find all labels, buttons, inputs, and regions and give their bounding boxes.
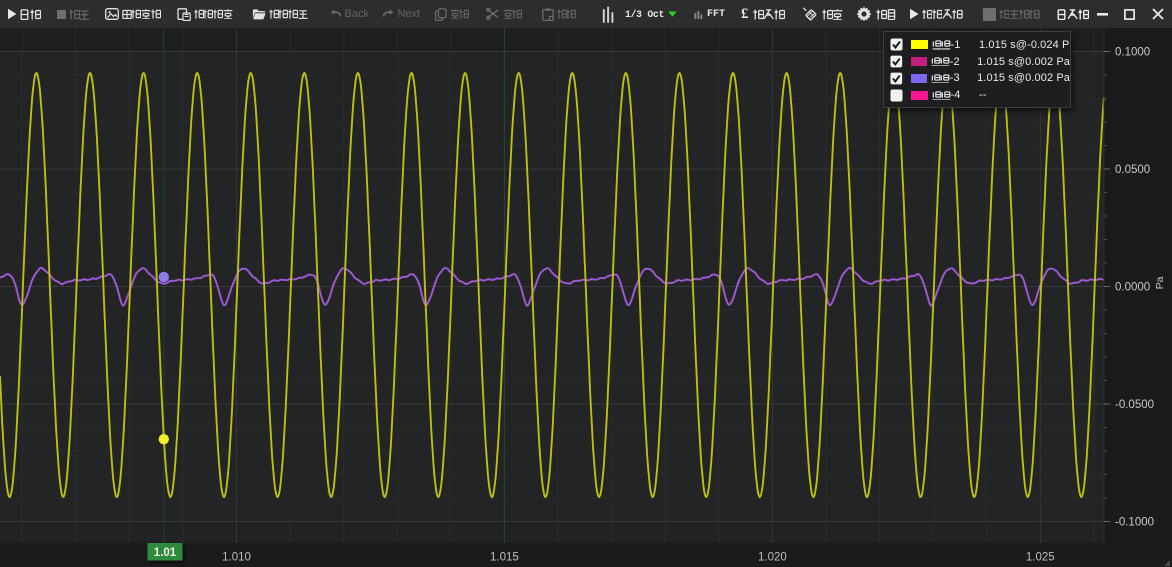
svg-text:-0.0500: -0.0500 bbox=[1115, 399, 1154, 411]
svg-text:1.015: 1.015 bbox=[490, 552, 519, 564]
svg-text:Pa: Pa bbox=[1154, 276, 1166, 289]
svg-text:-0.1000: -0.1000 bbox=[1115, 517, 1154, 529]
svg-text:1.025: 1.025 bbox=[1026, 552, 1055, 564]
svg-text:0.1000: 0.1000 bbox=[1115, 47, 1150, 59]
svg-text:1.01: 1.01 bbox=[154, 547, 177, 559]
svg-text:1.010: 1.010 bbox=[222, 552, 251, 564]
svg-text:1.020: 1.020 bbox=[758, 552, 787, 564]
svg-text:0.0500: 0.0500 bbox=[1115, 164, 1150, 176]
svg-text:0.0000: 0.0000 bbox=[1115, 282, 1150, 294]
